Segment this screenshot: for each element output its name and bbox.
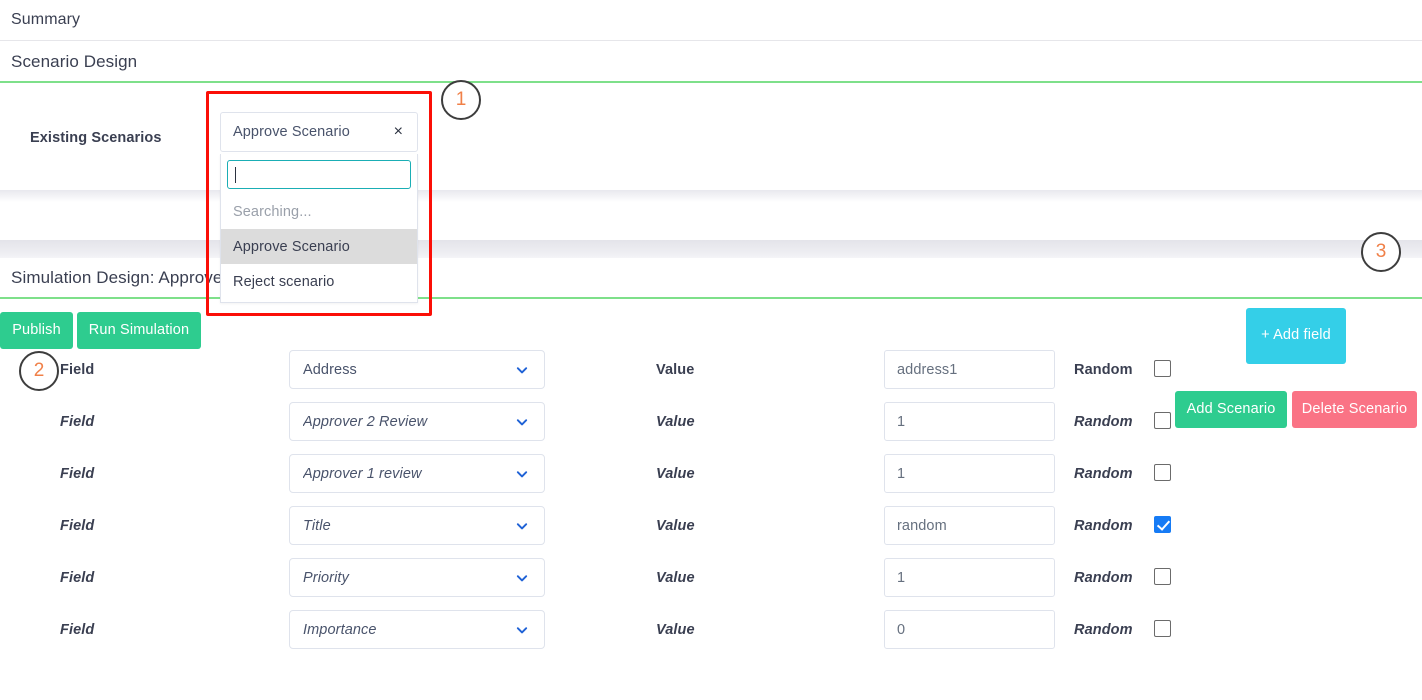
value-input-5[interactable]: 0: [884, 610, 1055, 649]
value-label: Value: [656, 466, 695, 482]
section-divider-gradient-2: [0, 240, 1422, 258]
field-select-2[interactable]: Approver 1 review: [289, 454, 545, 493]
table-row: Field Importance Value 0 Random: [0, 608, 1422, 660]
search-status-message: Searching...: [233, 203, 312, 220]
annotation-marker-2: 2: [19, 351, 59, 391]
value-label: Value: [656, 414, 695, 430]
field-select-4[interactable]: Priority: [289, 558, 545, 597]
field-rows-container: Field Address Value address1 Random Field Appr…: [0, 348, 1422, 660]
simulation-design-section-header: Simulation Design: Approve Scenario: [0, 258, 1422, 299]
scenario-select-selected-text: Approve Scenario: [233, 124, 350, 140]
publish-button[interactable]: Publish: [0, 312, 73, 349]
field-label: Field: [60, 466, 95, 482]
random-checkbox-4[interactable]: [1154, 568, 1171, 585]
summary-bar: Summary: [0, 0, 1422, 41]
table-row: Field Priority Value 1 Random: [0, 556, 1422, 608]
scenario-options-list: Searching... Approve Scenario Reject sce…: [221, 194, 417, 302]
value-label: Value: [656, 570, 695, 586]
scenario-option-reject[interactable]: Reject scenario: [221, 264, 417, 299]
existing-scenarios-row: Existing Scenarios: [0, 85, 1422, 190]
random-checkbox-3[interactable]: [1154, 516, 1171, 533]
chevron-down-icon: [516, 364, 528, 376]
field-select-value: Priority: [303, 569, 349, 586]
annotation-marker-1: 1: [441, 80, 481, 120]
scenario-search-input[interactable]: [227, 160, 411, 189]
table-row: Field Address Value address1 Random: [0, 348, 1422, 400]
field-label: Field: [60, 414, 95, 430]
field-label: Field: [60, 622, 95, 638]
text-caret: [235, 166, 236, 183]
value-label: Value: [656, 518, 695, 534]
random-checkbox-1[interactable]: [1154, 412, 1171, 429]
chevron-down-icon: [516, 520, 528, 532]
table-row: Field Title Value random Random: [0, 504, 1422, 556]
scenario-option-approve[interactable]: Approve Scenario: [221, 229, 417, 264]
value-label: Value: [656, 622, 695, 638]
chevron-down-icon: [516, 468, 528, 480]
value-input-3[interactable]: random: [884, 506, 1055, 545]
run-simulation-button[interactable]: Run Simulation: [77, 312, 201, 349]
scenario-select-dropdown: Searching... Approve Scenario Reject sce…: [220, 154, 418, 303]
scenario-design-section-header: Scenario Design: [0, 42, 1422, 83]
field-select-value: Importance: [303, 621, 377, 638]
field-select-1[interactable]: Approver 2 Review: [289, 402, 545, 441]
random-label: Random: [1074, 622, 1133, 638]
random-label: Random: [1074, 518, 1133, 534]
scenario-select-selection[interactable]: Approve Scenario ×: [220, 112, 418, 152]
random-checkbox-2[interactable]: [1154, 464, 1171, 481]
existing-scenarios-select[interactable]: Approve Scenario × Searching... Approve …: [220, 112, 418, 303]
random-checkbox-0[interactable]: [1154, 360, 1171, 377]
field-select-0[interactable]: Address: [289, 350, 545, 389]
value-input-1[interactable]: 1: [884, 402, 1055, 441]
field-label: Field: [60, 570, 95, 586]
random-checkbox-5[interactable]: [1154, 620, 1171, 637]
chevron-down-icon: [516, 572, 528, 584]
summary-label: Summary: [11, 11, 81, 28]
random-label: Random: [1074, 362, 1133, 378]
scenario-search-wrapper: [221, 154, 417, 194]
chevron-down-icon: [516, 416, 528, 428]
random-label: Random: [1074, 570, 1133, 586]
scenario-design-title: Scenario Design: [11, 51, 138, 71]
value-label: Value: [656, 362, 695, 378]
chevron-down-icon: [516, 624, 528, 636]
table-row: Field Approver 2 Review Value 1 Random: [0, 400, 1422, 452]
app-page: Summary Scenario Design Existing Scenari…: [0, 0, 1422, 700]
random-label: Random: [1074, 414, 1133, 430]
field-select-5[interactable]: Importance: [289, 610, 545, 649]
field-select-value: Approver 2 Review: [303, 413, 428, 430]
field-select-value: Title: [303, 517, 331, 534]
table-row: Field Approver 1 review Value 1 Random: [0, 452, 1422, 504]
clear-icon[interactable]: ×: [390, 124, 407, 140]
scenario-action-bar: Add Scenario Delete Scenario: [0, 190, 1422, 428]
field-label: Field: [60, 362, 95, 378]
field-label: Field: [60, 518, 95, 534]
random-label: Random: [1074, 466, 1133, 482]
field-select-3[interactable]: Title: [289, 506, 545, 545]
annotation-marker-3: 3: [1361, 232, 1401, 272]
field-select-value: Address: [303, 361, 357, 378]
value-input-4[interactable]: 1: [884, 558, 1055, 597]
value-input-2[interactable]: 1: [884, 454, 1055, 493]
value-input-0[interactable]: address1: [884, 350, 1055, 389]
field-select-value: Approver 1 review: [303, 465, 422, 482]
existing-scenarios-label: Existing Scenarios: [30, 130, 162, 146]
